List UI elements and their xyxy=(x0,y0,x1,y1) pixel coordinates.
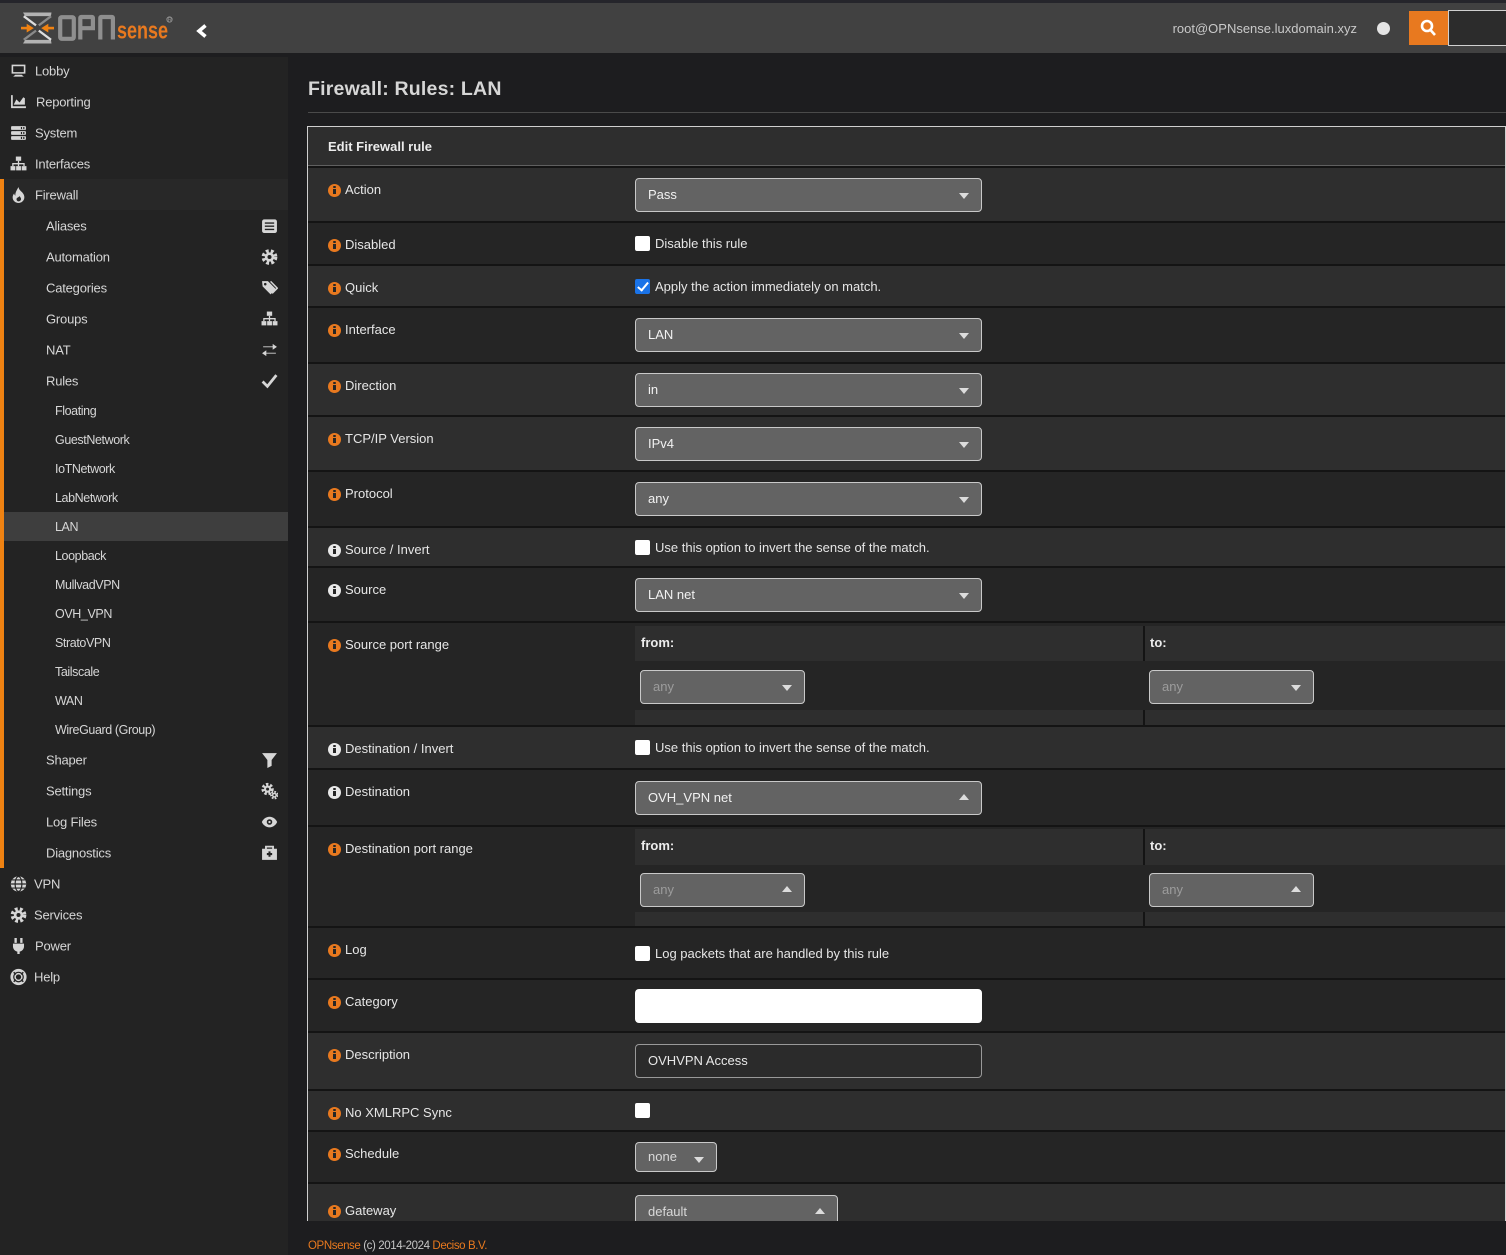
svg-text:R: R xyxy=(168,18,172,24)
svg-text:sense: sense xyxy=(117,18,168,45)
